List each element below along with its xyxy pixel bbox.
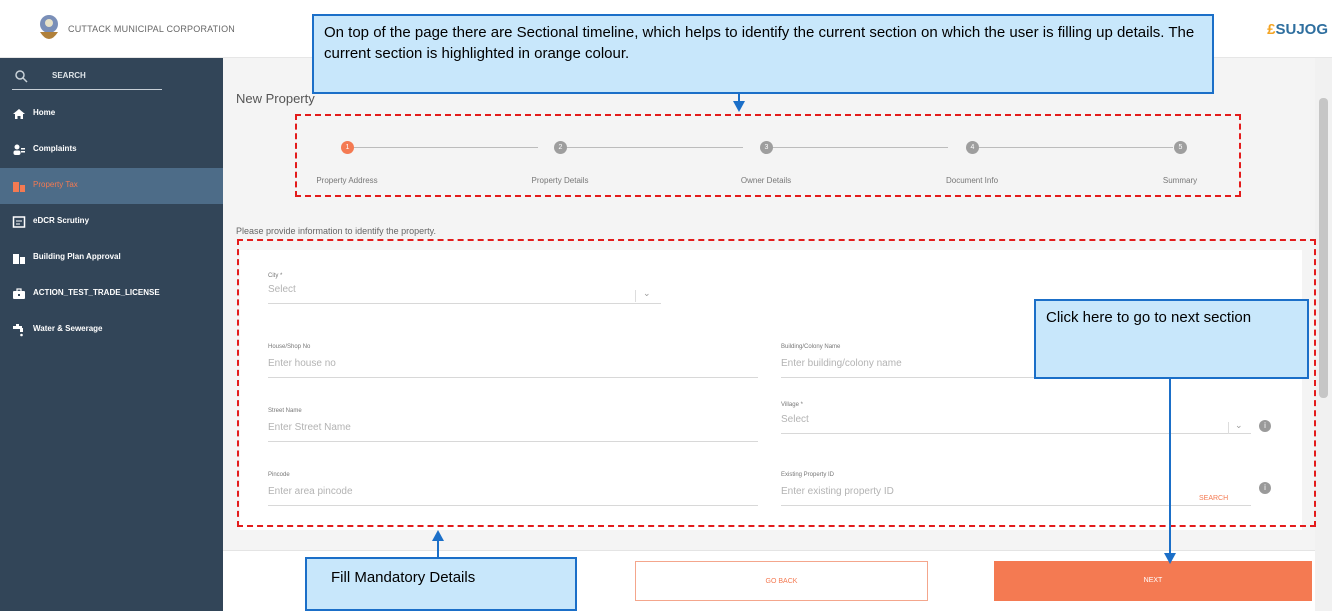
briefcase-icon: [13, 288, 25, 299]
scrollbar[interactable]: [1315, 58, 1332, 611]
document-icon: [12, 216, 26, 228]
building-icon: [13, 254, 25, 264]
water-tap-icon: [13, 324, 23, 337]
sidebar-item-water-sewerage[interactable]: Water & Sewerage: [0, 312, 223, 348]
building-icon: [13, 182, 25, 192]
search-icon: [15, 70, 28, 83]
helper-text: Please provide information to identify t…: [236, 226, 436, 236]
mandatory-annotation: Fill Mandatory Details: [305, 557, 577, 611]
municipal-emblem-icon: [40, 15, 58, 39]
search-label: SEARCH: [52, 71, 86, 80]
timeline-annotation: On top of the page there are Sectional t…: [312, 14, 1214, 94]
next-arrow: [1169, 379, 1171, 555]
sidebar-item-building-plan-approval[interactable]: Building Plan Approval: [0, 240, 223, 276]
sidebar-item-label: eDCR Scrutiny: [33, 216, 90, 225]
home-icon: [13, 109, 25, 119]
sidebar: SEARCH Home Complaints Property Tax eDCR…: [0, 58, 223, 611]
org-name: CUTTACK MUNICIPAL CORPORATION: [68, 24, 235, 34]
next-annotation: Click here to go to next section: [1034, 299, 1309, 379]
form-highlight-box: [237, 239, 1316, 527]
mandatory-arrow: [437, 541, 439, 557]
page-title: New Property: [236, 91, 315, 106]
timeline-highlight-box: [295, 114, 1241, 197]
people-icon: [13, 144, 25, 155]
next-button[interactable]: NEXT: [994, 561, 1312, 601]
sidebar-item-trade-license[interactable]: ACTION_TEST_TRADE_LICENSE: [0, 276, 223, 312]
sidebar-item-label: Water & Sewerage: [33, 324, 103, 333]
sidebar-item-label: Complaints: [33, 144, 77, 153]
sidebar-item-property-tax[interactable]: Property Tax: [0, 168, 223, 204]
sidebar-item-edcr-scrutiny[interactable]: eDCR Scrutiny: [0, 204, 223, 240]
sidebar-item-label: ACTION_TEST_TRADE_LICENSE: [33, 288, 160, 297]
go-back-button[interactable]: GO BACK: [635, 561, 928, 601]
sidebar-item-label: Building Plan Approval: [33, 252, 121, 261]
arrow-down-icon: [1164, 553, 1176, 564]
sujog-logo: £SUJOG: [1267, 21, 1328, 38]
sidebar-search[interactable]: SEARCH: [12, 66, 162, 90]
sidebar-item-home[interactable]: Home: [0, 96, 223, 132]
sidebar-item-label: Property Tax: [33, 180, 78, 189]
sidebar-item-complaints[interactable]: Complaints: [0, 132, 223, 168]
scrollbar-thumb[interactable]: [1319, 98, 1328, 398]
arrow-down-icon: [733, 101, 745, 112]
sidebar-item-label: Home: [33, 108, 56, 117]
